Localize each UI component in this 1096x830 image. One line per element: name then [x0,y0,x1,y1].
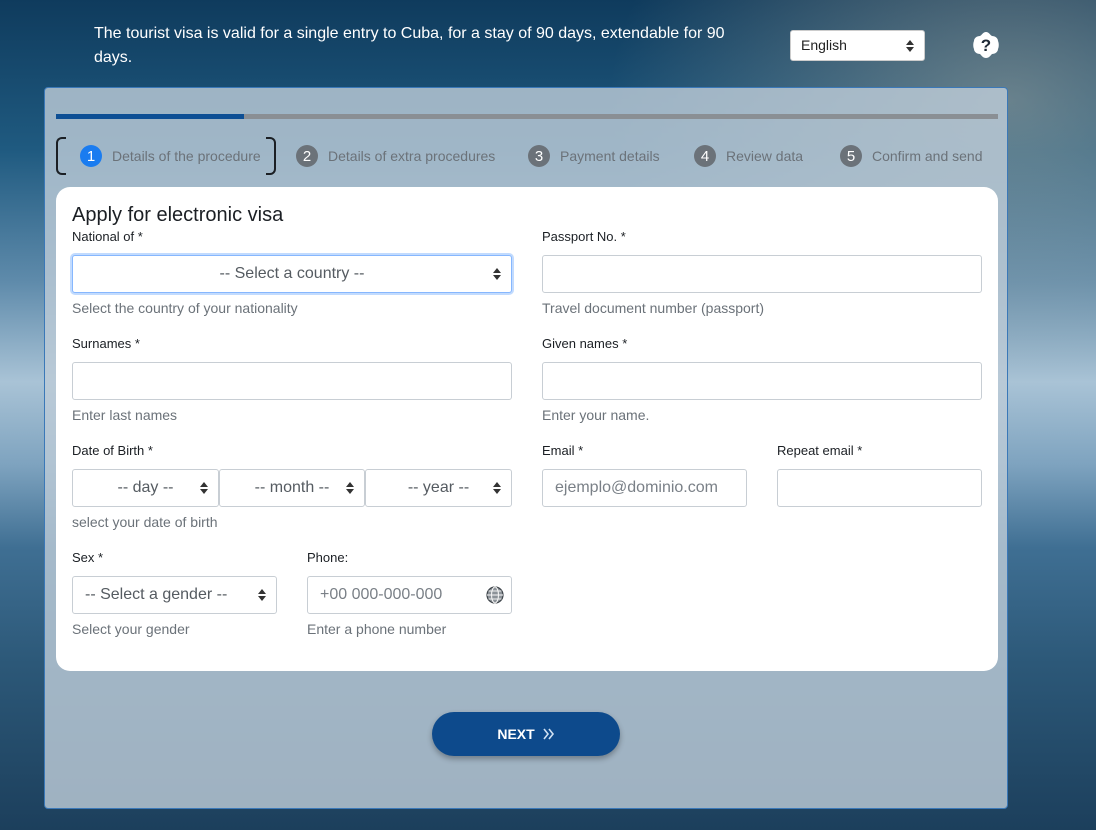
step-5-confirm-and-send[interactable]: 5 Confirm and send [840,140,983,172]
progress-bar [56,114,998,119]
country-select[interactable]: -- Select a country -- [72,255,512,293]
visa-wizard: 1 Details of the procedure 2 Details of … [44,87,1008,809]
progress-fill [56,114,245,119]
select-arrows-icon [346,482,354,494]
given-names-input[interactable] [542,362,982,400]
gender-select-value: -- Select a gender -- [85,586,228,603]
phone-input[interactable]: +00 000-000-000 [307,576,512,614]
step-1-details-of-procedure[interactable]: 1 Details of the procedure [56,137,276,175]
national-of-hint: Select the country of your nationality [72,300,298,316]
select-arrows-icon [493,268,501,280]
passport-input[interactable] [542,255,982,293]
email-input[interactable]: ejemplo@dominio.com [542,469,747,507]
select-arrows-icon [493,482,501,494]
visa-info-text: The tourist visa is valid for a single e… [94,25,725,66]
step-label: Details of extra procedures [328,148,496,164]
country-select-value: -- Select a country -- [219,265,365,282]
visa-form-card: Apply for electronic visa National of * … [56,187,998,671]
help-icon[interactable]: ? [972,31,1000,59]
step-number: 4 [694,145,716,167]
step-number: 2 [296,145,318,167]
surnames-hint: Enter last names [72,407,178,423]
dob-year-value: -- year -- [407,479,470,496]
language-select-value: English [801,37,847,53]
next-button[interactable]: NEXT [432,712,620,756]
step-3-payment-details[interactable]: 3 Payment details [528,140,660,172]
email-placeholder: ejemplo@dominio.com [555,479,718,496]
step-number: 3 [528,145,550,167]
email-label: Email * [542,443,584,458]
passport-hint: Travel document number (passport) [542,300,765,316]
repeat-email-input[interactable] [777,469,982,507]
dob-day-value: -- day -- [117,479,174,496]
step-number: 5 [840,145,862,167]
dob-hint: select your date of birth [72,514,218,530]
given-names-hint: Enter your name. [542,407,650,423]
dob-day-select[interactable]: -- day -- [72,469,219,507]
step-label: Review data [726,148,804,164]
language-select[interactable]: English [790,30,925,61]
surnames-input[interactable] [72,362,512,400]
select-arrows-icon [258,589,266,601]
step-4-review-data[interactable]: 4 Review data [694,140,803,172]
next-button-label: NEXT [497,726,535,742]
gender-select[interactable]: -- Select a gender -- [72,576,277,614]
passport-label: Passport No. * [542,229,626,244]
sex-hint: Select your gender [72,621,190,637]
double-chevron-right-icon [543,728,554,740]
svg-text:?: ? [981,36,991,55]
dob-month-value: -- month -- [254,479,330,496]
step-label: Details of the procedure [112,148,261,164]
globe-icon[interactable] [486,586,504,604]
phone-hint: Enter a phone number [307,621,447,637]
select-arrows-icon [906,39,914,52]
select-arrows-icon [200,482,208,494]
form-title: Apply for electronic visa [72,204,284,226]
phone-label: Phone: [307,550,349,565]
phone-placeholder: +00 000-000-000 [320,586,443,603]
sex-label: Sex * [72,550,104,565]
step-2-extra-procedures[interactable]: 2 Details of extra procedures [296,140,495,172]
step-label: Payment details [560,148,660,164]
step-number: 1 [80,145,102,167]
given-names-label: Given names * [542,336,628,351]
national-of-label: National of * [72,229,143,244]
surnames-label: Surnames * [72,336,140,351]
dob-month-select[interactable]: -- month -- [219,469,365,507]
dob-year-select[interactable]: -- year -- [365,469,512,507]
repeat-email-label: Repeat email * [777,443,863,458]
dob-label: Date of Birth * [72,443,153,458]
step-label: Confirm and send [872,148,983,164]
